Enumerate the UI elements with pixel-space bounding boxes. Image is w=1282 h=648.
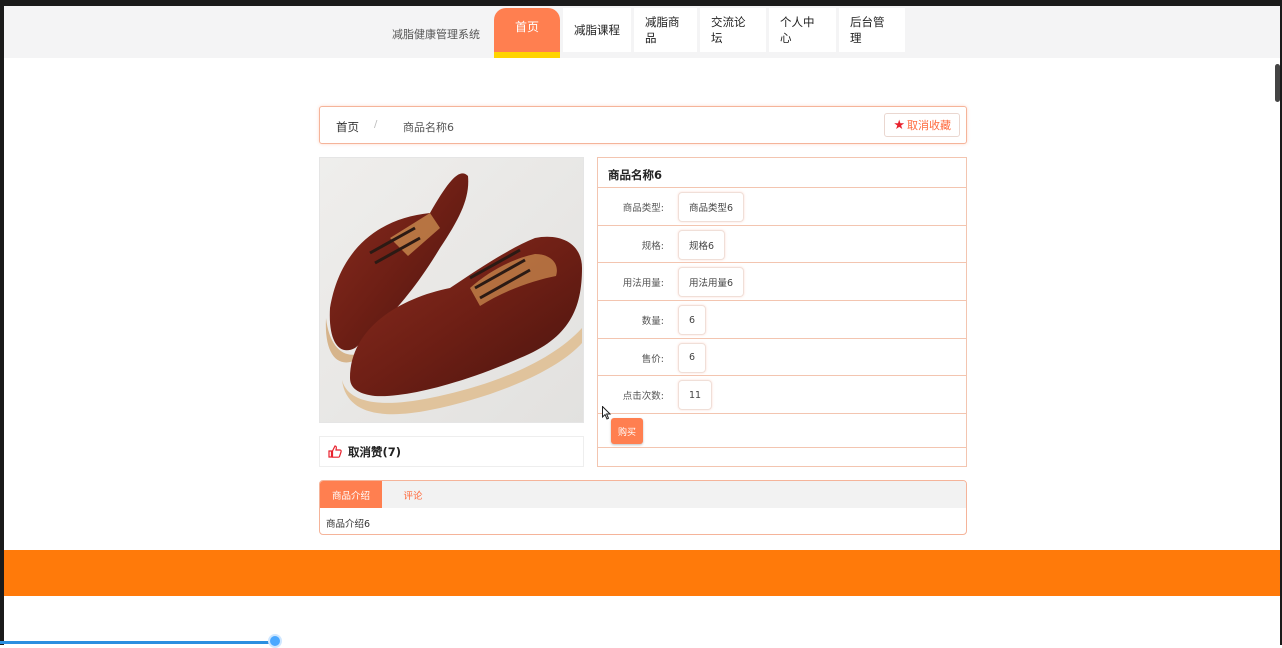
breadcrumb-home-link[interactable]: 首页 — [336, 119, 359, 135]
main-nav: 首页 减脂课程 减脂商品 交流论坛 个人中心 后台管理 — [494, 8, 908, 58]
field-value: 6 — [678, 342, 707, 373]
product-image — [319, 157, 584, 423]
page-scrollbar[interactable] — [1275, 64, 1280, 102]
mouse-cursor-icon — [602, 406, 612, 420]
field-label: 商品类型: — [622, 203, 664, 214]
detail-row-type: 商品类型: 商品类型6 — [598, 188, 966, 226]
nav-item-profile[interactable]: 个人中心 — [769, 8, 836, 52]
detail-row-clicks: 点击次数: 11 — [598, 376, 966, 415]
field-label: 用法用量: — [622, 278, 664, 290]
top-header: 减脂健康管理系统 首页 减脂课程 减脂商品 交流论坛 个人中心 后台管理 — [4, 6, 1280, 58]
field-value: 商品类型6 — [678, 192, 745, 222]
page-footer — [4, 550, 1280, 596]
detail-row-quantity: 数量: 6 — [598, 301, 966, 339]
field-value: 11 — [678, 380, 713, 411]
brown-leather-shoes-image — [320, 158, 583, 422]
breadcrumb-separator: / — [374, 119, 378, 130]
field-label: 数量: — [641, 316, 664, 328]
breadcrumb: 首页 / 商品名称6 ★ 取消收藏 — [319, 106, 967, 144]
detail-row-buy: 购买 — [598, 414, 966, 449]
breadcrumb-current: 商品名称6 — [403, 121, 454, 134]
site-brand: 减脂健康管理系统 — [392, 28, 480, 41]
unfavorite-button[interactable]: ★ 取消收藏 — [884, 113, 960, 137]
tab-introduction[interactable]: 商品介绍 — [320, 481, 382, 508]
tab-header: 商品介绍 评论 — [320, 481, 966, 508]
tab-content: 商品介绍6 — [326, 519, 371, 530]
detail-row-price: 售价: 6 — [598, 339, 966, 377]
nav-item-admin[interactable]: 后台管理 — [839, 8, 905, 52]
product-title: 商品名称6 — [598, 158, 966, 188]
progress-handle[interactable] — [268, 634, 282, 648]
tab-comments[interactable]: 评论 — [382, 481, 444, 508]
product-detail-panel: 商品名称6 商品类型: 商品类型6 规格: 规格6 用法用量: 用法用量6 数量… — [597, 157, 967, 467]
buy-button[interactable]: 购买 — [611, 418, 643, 445]
window-left-border — [0, 0, 4, 645]
field-value: 用法用量6 — [678, 267, 745, 298]
field-value: 规格6 — [678, 229, 726, 260]
product-tabs: 商品介绍 评论 商品介绍6 — [319, 480, 967, 535]
thumbs-up-icon — [328, 445, 342, 458]
detail-row-usage: 用法用量: 用法用量6 — [598, 263, 966, 302]
unlike-button[interactable]: 取消赞(7) — [319, 436, 584, 467]
nav-item-home[interactable]: 首页 — [494, 8, 560, 58]
nav-item-courses[interactable]: 减脂课程 — [563, 8, 631, 52]
field-label: 售价: — [641, 353, 664, 365]
nav-item-forum[interactable]: 交流论坛 — [700, 8, 766, 52]
field-label: 点击次数: — [622, 391, 664, 403]
unlike-label: 取消赞(7) — [348, 444, 402, 459]
unfavorite-label: 取消收藏 — [907, 119, 951, 132]
video-progress-bar[interactable] — [0, 641, 275, 644]
field-label: 规格: — [641, 240, 664, 252]
field-value: 6 — [678, 305, 707, 336]
star-icon: ★ — [893, 117, 905, 133]
nav-item-products[interactable]: 减脂商品 — [634, 8, 697, 52]
detail-row-spec: 规格: 规格6 — [598, 226, 966, 264]
